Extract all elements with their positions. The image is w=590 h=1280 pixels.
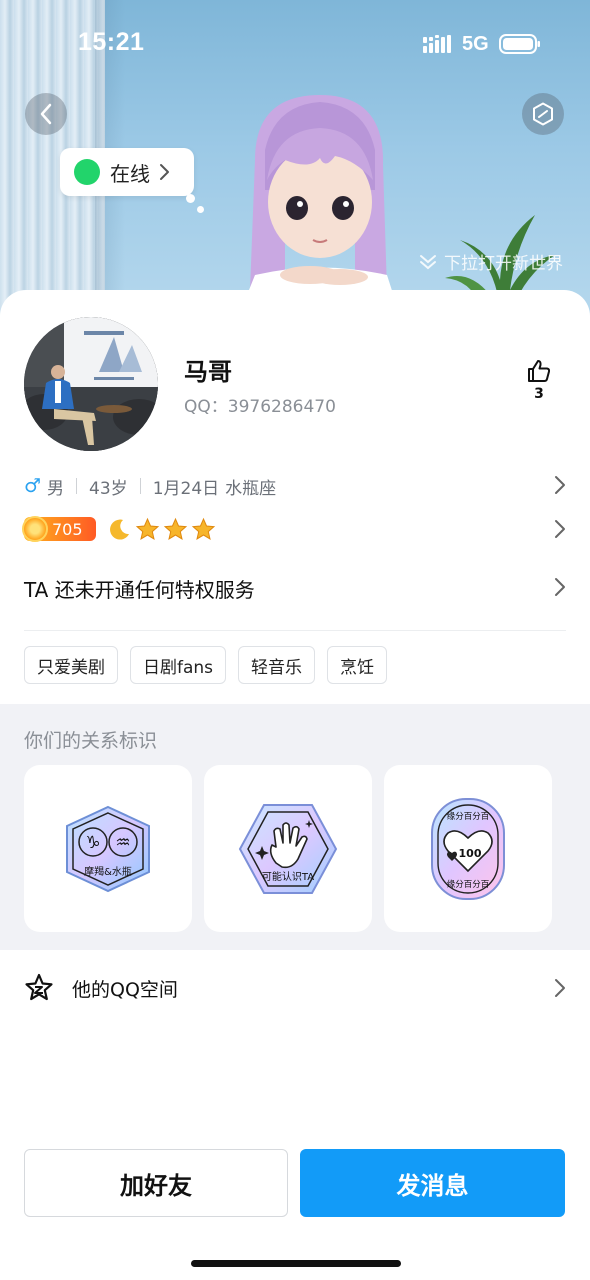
interest-tag[interactable]: 只爱美剧	[24, 646, 118, 684]
relation-title: 你们的关系标识	[24, 730, 158, 752]
privilege-row[interactable]: TA 还未开通任何特权服务	[24, 574, 566, 602]
online-status-text: 在线	[110, 161, 150, 186]
male-icon: ♂	[24, 475, 42, 497]
network-type: 5G	[462, 33, 489, 55]
level-badge: 705	[22, 516, 96, 542]
qzone-star-icon	[25, 973, 53, 1001]
like-button[interactable]: 3	[524, 358, 554, 402]
basic-info-row[interactable]: ♂ 男 43岁 1月24日 水瓶座	[24, 472, 566, 500]
hexagon-icon	[533, 102, 553, 126]
relation-badge-may-know[interactable]: 可能认识TA	[204, 765, 372, 932]
battery-icon	[499, 34, 540, 54]
chevron-right-icon	[555, 578, 565, 596]
avatar-3d-character	[245, 95, 395, 300]
star-icon	[191, 517, 216, 540]
interest-tags: 只爱美剧 日剧fans 轻音乐 烹饪	[24, 646, 388, 684]
badge-label: 摩羯&水瓶	[84, 865, 132, 878]
svg-text:100: 100	[459, 847, 482, 860]
qq-label: QQ：	[184, 397, 228, 417]
chevron-left-icon	[40, 103, 52, 125]
status-time: 15:21	[78, 28, 145, 56]
wave-hand-badge-icon: 可能认识TA	[238, 803, 338, 894]
zodiac-text: 水瓶座	[225, 478, 277, 499]
chevron-right-icon	[160, 164, 169, 180]
star-icon	[135, 517, 160, 540]
online-dot-icon	[74, 159, 100, 185]
level-value: 705	[52, 519, 83, 539]
back-button[interactable]	[25, 93, 67, 135]
online-status-bubble[interactable]: 在线	[60, 148, 194, 196]
chevron-right-icon	[555, 520, 565, 538]
privilege-text: TA 还未开通任何特权服务	[24, 578, 255, 602]
badge-label: 缘分百分百	[447, 879, 490, 890]
profile-banner: 15:21 5G 在线 下拉打开新世界	[0, 0, 590, 330]
like-count: 3	[534, 386, 544, 402]
send-message-button[interactable]: 发消息	[300, 1149, 565, 1217]
age-text: 43岁	[89, 478, 128, 499]
badge-label: 缘分百分百	[447, 811, 490, 822]
status-bar: 15:21 5G	[0, 0, 590, 90]
pull-hint-text: 下拉打开新世界	[444, 254, 563, 274]
thumbs-up-icon	[528, 360, 551, 382]
double-chevron-down-icon	[420, 254, 436, 269]
bubble-tail	[186, 194, 195, 203]
qzone-label: 他的QQ空间	[72, 978, 178, 1001]
divider	[139, 478, 141, 494]
relation-section: 你们的关系标识 ♑ ♒ 摩羯&水瓶 可能认识TA 缘分百分百 100 缘分百分百	[0, 704, 590, 950]
interest-tag[interactable]: 烹饪	[327, 646, 388, 684]
birthday-text: 1月24日	[152, 478, 220, 499]
profile-card: 马哥 QQ：3976286470 3 ♂ 男 43岁 1月24日 水瓶座 705	[0, 290, 590, 1280]
moon-icon	[110, 519, 129, 540]
add-friend-button[interactable]: 加好友	[24, 1149, 288, 1217]
relation-badge-destiny[interactable]: 缘分百分百 100 缘分百分百	[384, 765, 552, 932]
profile-name: 马哥	[184, 358, 232, 386]
home-indicator[interactable]	[191, 1260, 401, 1267]
level-row[interactable]: 705	[22, 514, 566, 544]
relation-badge-zodiac[interactable]: ♑ ♒ 摩羯&水瓶	[24, 765, 192, 932]
gender-text: 男	[47, 478, 65, 499]
qq-number: 3976286470	[227, 397, 336, 417]
interest-tag[interactable]: 日剧fans	[130, 646, 227, 684]
svg-text:♑: ♑	[85, 833, 100, 853]
avatar[interactable]	[24, 317, 158, 451]
qzone-row[interactable]: 他的QQ空间	[24, 972, 566, 1004]
chevron-right-icon	[555, 979, 565, 997]
dress-up-button[interactable]	[522, 93, 564, 135]
pull-down-hint[interactable]: 下拉打开新世界	[418, 249, 563, 274]
section-divider	[24, 630, 566, 631]
signal-icon	[423, 35, 451, 53]
interest-tag[interactable]: 轻音乐	[238, 646, 316, 684]
divider	[76, 478, 78, 494]
heart-100-badge-icon: 缘分百分百 100 缘分百分百	[431, 797, 505, 900]
chevron-right-icon	[555, 476, 565, 494]
avatar-photo	[24, 317, 158, 451]
sun-icon	[22, 516, 48, 542]
badge-label: 可能认识TA	[262, 870, 314, 883]
star-icon	[163, 517, 188, 540]
bubble-tail	[197, 206, 204, 213]
zodiac-badge-icon: ♑ ♒ 摩羯&水瓶	[66, 805, 150, 892]
svg-text:♒: ♒	[115, 833, 130, 853]
qq-number-line[interactable]: QQ：3976286470	[184, 392, 336, 417]
